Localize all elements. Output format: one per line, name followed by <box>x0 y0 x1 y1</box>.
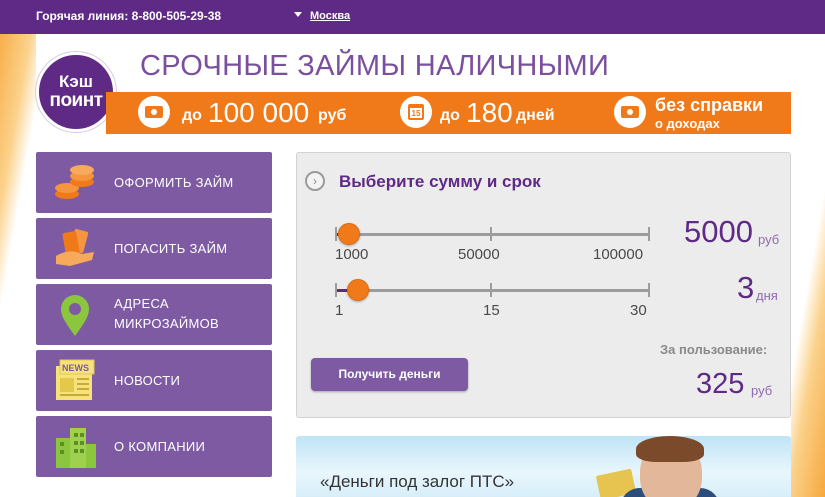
calendar-icon: 15 <box>400 96 432 128</box>
term-tick <box>335 283 337 297</box>
city-selector[interactable]: Москва <box>310 10 350 22</box>
nav-about[interactable]: О КОМПАНИИ <box>36 416 272 477</box>
money-icon <box>138 96 170 128</box>
amount-slider-handle[interactable] <box>337 223 360 245</box>
chevron-down-icon[interactable] <box>294 12 302 17</box>
hotline-text: Горячая линия: 8-800-505-29-38 <box>36 9 222 23</box>
amount-value: 5000 <box>684 214 753 249</box>
promo-term-value: 180 <box>466 97 513 128</box>
promo-no-reference: без справки о доходах <box>614 92 790 134</box>
logo-text-2: поинт <box>49 90 103 111</box>
calculator-title: Выберите сумму и срок <box>339 172 541 191</box>
promo-term-unit: дней <box>516 107 555 124</box>
promo-amount-prefix: до <box>182 107 202 124</box>
term-slider-track[interactable] <box>336 289 649 292</box>
promo-amount: до 100 000 руб <box>138 92 368 134</box>
nav-repay-loan-label: ПОГАСИТЬ ЗАЙМ <box>114 241 228 256</box>
map-pin-icon <box>61 295 89 336</box>
usage-fee-unit: руб <box>751 383 773 398</box>
term-tick <box>648 283 650 297</box>
amount-slider-track[interactable] <box>336 233 649 236</box>
amount-tick <box>648 227 650 241</box>
promo-amount-unit: руб <box>318 107 347 124</box>
promo-term: 15 до 180 дней <box>400 92 590 134</box>
logo[interactable]: Кэш поинт <box>36 52 116 132</box>
logo-text-1: Кэш <box>59 72 93 91</box>
term-tick <box>490 283 492 297</box>
promo-term-prefix: до <box>440 107 460 124</box>
get-money-button[interactable]: Получить деньги <box>311 358 468 391</box>
amount-tick <box>335 227 337 241</box>
promo-noref-line2: о доходах <box>655 116 720 131</box>
amount-max-label: 100000 <box>593 246 644 263</box>
nav-apply-loan-label: ОФОРМИТЬ ЗАЙМ <box>114 175 234 190</box>
nav-addresses-label: АДРЕСА МИКРОЗАЙМОВ <box>114 296 220 331</box>
chevron-right-icon[interactable]: › <box>305 171 325 191</box>
promo-noref-line1: без справки <box>655 95 764 115</box>
term-mid-label: 15 <box>483 302 500 319</box>
person-image-hair <box>636 436 704 462</box>
calendar-icon-text: 15 <box>408 104 424 120</box>
nav-about-label: О КОМПАНИИ <box>114 439 206 454</box>
amount-min-label: 1000 <box>335 246 369 263</box>
nav-news[interactable]: NEWS НОВОСТИ <box>36 350 272 411</box>
promo-amount-value: 100 000 <box>208 97 310 128</box>
coins-icon <box>55 165 94 199</box>
nav-news-label: НОВОСТИ <box>114 373 181 388</box>
term-min-label: 1 <box>335 302 344 319</box>
nav-repay-loan[interactable]: ПОГАСИТЬ ЗАЙМ <box>36 218 272 279</box>
money-icon <box>614 96 646 128</box>
term-value: 3 <box>737 270 755 305</box>
promo-bar: до 100 000 руб 15 до 180 дней без справк… <box>106 92 791 134</box>
amount-unit: руб <box>758 232 780 247</box>
hand-money-icon <box>56 229 94 266</box>
usage-fee-value: 325 <box>696 368 745 400</box>
amount-mid-label: 50000 <box>458 246 500 263</box>
usage-fee-label: За пользование: <box>660 342 768 357</box>
nav-apply-loan[interactable]: ОФОРМИТЬ ЗАЙМ <box>36 152 272 213</box>
page-title: СРОЧНЫЕ ЗАЙМЫ НАЛИЧНЫМИ <box>140 50 610 82</box>
news-badge-text: NEWS <box>62 363 89 373</box>
top-bar: Горячая линия: 8-800-505-29-38 Москва <box>0 0 825 34</box>
term-unit: дня <box>756 288 778 303</box>
banner-title: «Деньги под залог ПТС» <box>320 472 515 491</box>
newspaper-icon: NEWS <box>56 359 95 400</box>
term-max-label: 30 <box>630 302 647 319</box>
building-icon <box>56 428 96 468</box>
nav-addresses[interactable]: АДРЕСА МИКРОЗАЙМОВ <box>36 284 272 345</box>
amount-tick <box>490 227 492 241</box>
